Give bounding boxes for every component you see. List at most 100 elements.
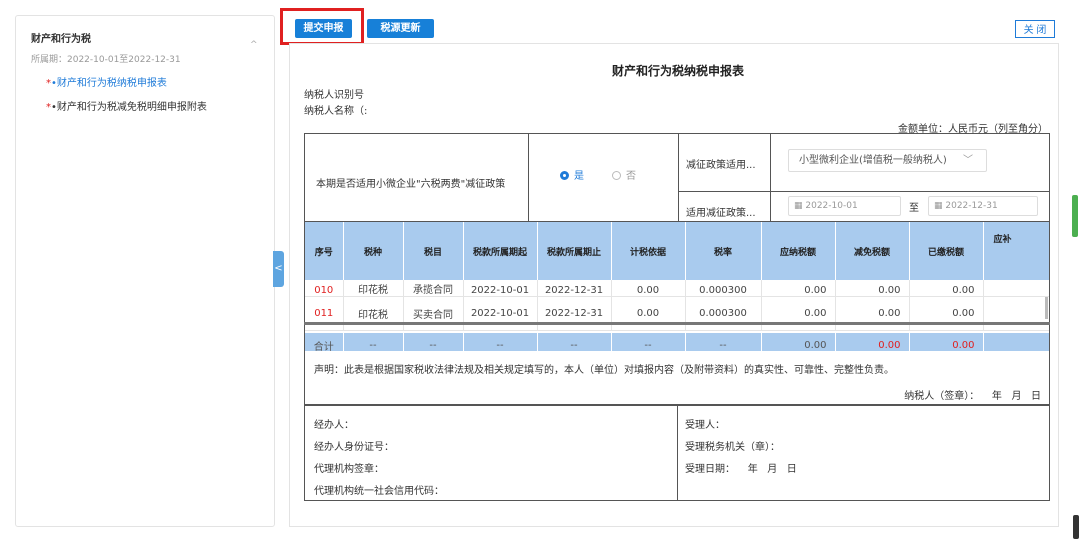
calendar-icon: ▦ xyxy=(934,201,946,211)
total-cell: -- xyxy=(685,332,762,351)
column-header: 税款所属期止 xyxy=(537,222,612,280)
radio-no[interactable]: 否 xyxy=(612,167,636,182)
cell-tax-type: 印花税 xyxy=(343,296,404,331)
declaration-text: 声明：此表是根据国家税收法律法规及相关规定填写的，本人（单位）对填报内容（及附带… xyxy=(314,365,894,376)
sidebar-item-label: •财产和行为税减免税明细申报附表 xyxy=(51,102,207,113)
reduce-policy-label: 减征政策适用... xyxy=(686,160,756,171)
cell-tax-payable: 0.00 xyxy=(761,280,836,297)
scroll-handle[interactable] xyxy=(1073,515,1079,539)
table-header-row: 序号 税种 税目 税款所属期起 税款所属期止 计税依据 税率 应纳税额 减免税额… xyxy=(305,222,1049,280)
taxpayer-name-label: 纳税人名称（: xyxy=(304,106,368,117)
column-header: 序号 xyxy=(305,222,344,280)
tax-source-update-button[interactable]: 税源更新 xyxy=(367,19,434,38)
close-button[interactable]: 关 闭 xyxy=(1015,20,1055,38)
table-row[interactable]: 010 印花税 承揽合同 2022-10-01 2022-12-31 0.00 … xyxy=(305,280,1049,297)
agency-credit-code-label: 代理机构统一社会信用代码： xyxy=(314,486,444,497)
divider xyxy=(528,134,529,221)
taxpayer-id-label: 纳税人识别号 xyxy=(304,90,364,101)
column-header: 税种 xyxy=(343,222,404,280)
applicable-policy-label: 适用减征政策... xyxy=(686,208,756,219)
table-row[interactable]: 011 印花税 买卖合同 2022-10-01 2022-12-31 0.00 … xyxy=(305,296,1049,331)
radio-yes-label: 是 xyxy=(574,171,584,182)
total-cell: -- xyxy=(403,332,464,351)
vertical-scrollbar[interactable] xyxy=(1045,297,1048,319)
total-tax-payable: 0.00 xyxy=(761,332,836,351)
cell-tax-basis: 0.00 xyxy=(611,296,686,331)
cell-tax-payable: 0.00 xyxy=(761,296,836,331)
divider xyxy=(770,134,771,221)
cell-tax-basis: 0.00 xyxy=(611,280,686,297)
cell-tax-paid: 0.00 xyxy=(909,280,984,297)
column-header: 计税依据 xyxy=(611,222,686,280)
radio-checked-icon xyxy=(560,171,569,180)
cell-tax-supplement xyxy=(983,280,1049,297)
divider xyxy=(678,191,1050,192)
divider xyxy=(677,406,678,500)
agent-label: 经办人： xyxy=(314,420,354,431)
chevron-down-icon: ﹀ xyxy=(963,155,973,166)
horizontal-scrollbar[interactable] xyxy=(304,322,1050,325)
sidebar-title: 财产和行为税 xyxy=(31,34,91,45)
declaration-section: 声明：此表是根据国家税收法律法规及相关规定填写的，本人（单位）对填报内容（及附带… xyxy=(304,351,1050,405)
policy-section: 本期是否适用小微企业"六税两费"减征政策 是 否 减征政策适用... 小型微利企… xyxy=(304,133,1050,222)
radio-no-label: 否 xyxy=(626,171,636,182)
receive-date-label: 受理日期： 年 月 日 xyxy=(685,464,797,475)
total-cell: -- xyxy=(537,332,612,351)
select-value: 小型微利企业(增值税一般纳税人) xyxy=(799,155,947,166)
sidebar-item-exemption-schedule[interactable]: *•财产和行为税减免税明细申报附表 xyxy=(46,98,207,113)
end-date-value: 2022-12-31 xyxy=(945,201,998,211)
cell-tax-supplement xyxy=(983,296,1049,331)
policy-question: 本期是否适用小微企业"六税两费"减征政策 xyxy=(316,179,506,190)
tax-authority-label: 受理税务机关（章）： xyxy=(685,442,780,453)
cell-tax-item: 承揽合同 xyxy=(403,280,464,297)
page-scrollbar[interactable] xyxy=(1072,195,1078,237)
form-panel: 财产和行为税纳税申报表 纳税人识别号 纳税人名称（: 金额单位：人民币元（列至角… xyxy=(289,43,1059,527)
tax-table-container: 序号 税种 税目 税款所属期起 税款所属期止 计税依据 税率 应纳税额 减免税额… xyxy=(304,222,1050,351)
radio-yes[interactable]: 是 xyxy=(560,167,584,182)
date-range-separator: 至 xyxy=(909,203,919,214)
highlight-box xyxy=(280,8,364,45)
cell-tax-reduction: 0.00 xyxy=(835,296,910,331)
total-row: 合计 -- -- -- -- -- -- 0.00 0.00 0.00 xyxy=(305,332,1049,351)
cell-tax-paid: 0.00 xyxy=(909,296,984,331)
collapse-sidebar-tab[interactable]: < xyxy=(273,251,284,287)
column-header: 已缴税额 xyxy=(909,222,984,280)
cell-period-end: 2022-12-31 xyxy=(537,296,612,331)
handling-info-section: 经办人： 经办人身份证号： 代理机构签章： 代理机构统一社会信用代码： 受理人：… xyxy=(304,405,1050,501)
calendar-icon: ▦ xyxy=(794,201,806,211)
receiver-label: 受理人： xyxy=(685,420,725,431)
column-header: 税目 xyxy=(403,222,464,280)
cell-tax-type: 印花税 xyxy=(343,280,404,297)
total-tax-reduction: 0.00 xyxy=(835,332,910,351)
total-cell xyxy=(983,332,1049,351)
start-date-input[interactable]: ▦ 2022-10-01 xyxy=(788,196,901,216)
total-cell: -- xyxy=(343,332,404,351)
end-date-input[interactable]: ▦ 2022-12-31 xyxy=(928,196,1038,216)
total-label: 合计 xyxy=(305,332,344,351)
cell-period-end: 2022-12-31 xyxy=(537,280,612,297)
sidebar-period: 所属期：2022-10-01至2022-12-31 xyxy=(31,55,181,65)
radio-unchecked-icon xyxy=(612,171,621,180)
cell-tax-reduction: 0.00 xyxy=(835,280,910,297)
reduce-policy-select[interactable]: 小型微利企业(增值税一般纳税人) ﹀ xyxy=(788,149,987,172)
agent-id-label: 经办人身份证号： xyxy=(314,442,394,453)
taxpayer-signature: 纳税人（签章）： 年 月 日 xyxy=(904,391,1041,402)
start-date-value: 2022-10-01 xyxy=(805,201,858,211)
form-title: 财产和行为税纳税申报表 xyxy=(611,64,744,78)
chevron-up-icon[interactable]: ^ xyxy=(250,40,258,50)
sidebar: 财产和行为税 ^ 所属期：2022-10-01至2022-12-31 *•财产和… xyxy=(15,15,275,527)
cell-period-start: 2022-10-01 xyxy=(463,280,538,297)
divider xyxy=(678,134,679,221)
total-cell: -- xyxy=(463,332,538,351)
total-tax-paid: 0.00 xyxy=(909,332,984,351)
tax-table: 序号 税种 税目 税款所属期起 税款所属期止 计税依据 税率 应纳税额 减免税额… xyxy=(305,222,1049,351)
cell-tax-item: 买卖合同 xyxy=(403,296,464,331)
cell-tax-rate: 0.000300 xyxy=(685,280,762,297)
agency-seal-label: 代理机构签章： xyxy=(314,464,384,475)
column-header: 税率 xyxy=(685,222,762,280)
total-cell: -- xyxy=(611,332,686,351)
column-header: 应补 xyxy=(983,222,1049,280)
sidebar-item-tax-return[interactable]: *•财产和行为税纳税申报表 xyxy=(46,74,167,89)
column-header: 应纳税额 xyxy=(761,222,836,280)
cell-period-start: 2022-10-01 xyxy=(463,296,538,331)
